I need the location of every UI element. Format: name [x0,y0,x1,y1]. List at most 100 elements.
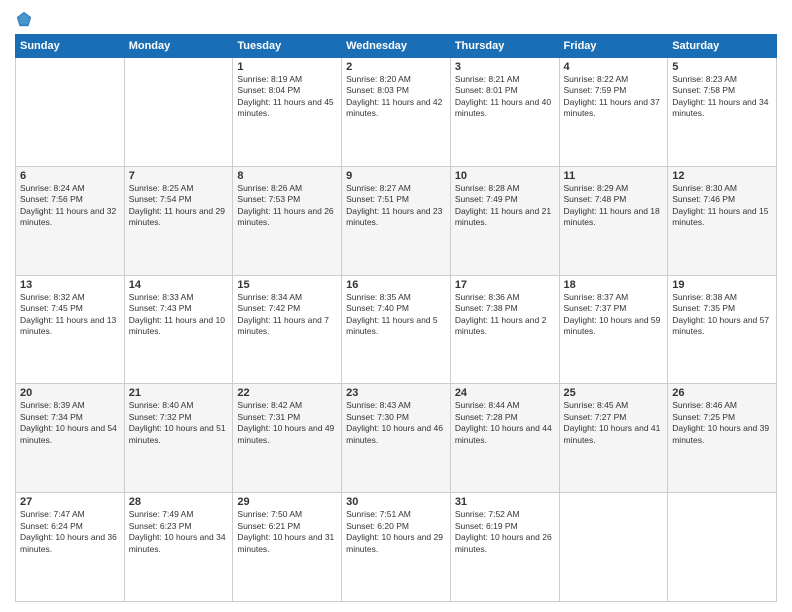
cell-content: Sunrise: 8:24 AM Sunset: 7:56 PM Dayligh… [20,183,120,229]
cell-content: Sunrise: 8:26 AM Sunset: 7:53 PM Dayligh… [237,183,337,229]
cell-content: Sunrise: 8:45 AM Sunset: 7:27 PM Dayligh… [564,400,664,446]
day-number: 24 [455,387,555,399]
day-number: 28 [129,496,229,508]
calendar-cell: 5Sunrise: 8:23 AM Sunset: 7:58 PM Daylig… [668,58,777,167]
day-number: 22 [237,387,337,399]
logo-icon [15,10,33,28]
cell-content: Sunrise: 8:36 AM Sunset: 7:38 PM Dayligh… [455,292,555,338]
calendar-cell: 21Sunrise: 8:40 AM Sunset: 7:32 PM Dayli… [124,384,233,493]
cell-content: Sunrise: 8:46 AM Sunset: 7:25 PM Dayligh… [672,400,772,446]
day-number: 7 [129,170,229,182]
calendar-cell [16,58,125,167]
calendar-cell: 27Sunrise: 7:47 AM Sunset: 6:24 PM Dayli… [16,493,125,602]
calendar-cell: 30Sunrise: 7:51 AM Sunset: 6:20 PM Dayli… [342,493,451,602]
calendar-week-row: 6Sunrise: 8:24 AM Sunset: 7:56 PM Daylig… [16,166,777,275]
calendar-day-header: Sunday [16,35,125,58]
calendar-cell: 31Sunrise: 7:52 AM Sunset: 6:19 PM Dayli… [450,493,559,602]
day-number: 31 [455,496,555,508]
cell-content: Sunrise: 8:39 AM Sunset: 7:34 PM Dayligh… [20,400,120,446]
calendar-week-row: 13Sunrise: 8:32 AM Sunset: 7:45 PM Dayli… [16,275,777,384]
cell-content: Sunrise: 7:52 AM Sunset: 6:19 PM Dayligh… [455,509,555,555]
cell-content: Sunrise: 8:27 AM Sunset: 7:51 PM Dayligh… [346,183,446,229]
header [15,10,777,28]
calendar-cell: 25Sunrise: 8:45 AM Sunset: 7:27 PM Dayli… [559,384,668,493]
calendar-day-header: Wednesday [342,35,451,58]
cell-content: Sunrise: 8:42 AM Sunset: 7:31 PM Dayligh… [237,400,337,446]
calendar-header-row: SundayMondayTuesdayWednesdayThursdayFrid… [16,35,777,58]
cell-content: Sunrise: 8:22 AM Sunset: 7:59 PM Dayligh… [564,74,664,120]
cell-content: Sunrise: 8:23 AM Sunset: 7:58 PM Dayligh… [672,74,772,120]
day-number: 2 [346,61,446,73]
calendar-cell: 9Sunrise: 8:27 AM Sunset: 7:51 PM Daylig… [342,166,451,275]
day-number: 20 [20,387,120,399]
day-number: 16 [346,279,446,291]
day-number: 19 [672,279,772,291]
calendar-cell: 7Sunrise: 8:25 AM Sunset: 7:54 PM Daylig… [124,166,233,275]
cell-content: Sunrise: 7:51 AM Sunset: 6:20 PM Dayligh… [346,509,446,555]
day-number: 27 [20,496,120,508]
cell-content: Sunrise: 8:19 AM Sunset: 8:04 PM Dayligh… [237,74,337,120]
day-number: 30 [346,496,446,508]
day-number: 13 [20,279,120,291]
calendar-cell: 3Sunrise: 8:21 AM Sunset: 8:01 PM Daylig… [450,58,559,167]
cell-content: Sunrise: 7:50 AM Sunset: 6:21 PM Dayligh… [237,509,337,555]
cell-content: Sunrise: 8:34 AM Sunset: 7:42 PM Dayligh… [237,292,337,338]
cell-content: Sunrise: 8:25 AM Sunset: 7:54 PM Dayligh… [129,183,229,229]
calendar-cell: 17Sunrise: 8:36 AM Sunset: 7:38 PM Dayli… [450,275,559,384]
cell-content: Sunrise: 8:21 AM Sunset: 8:01 PM Dayligh… [455,74,555,120]
calendar-cell: 8Sunrise: 8:26 AM Sunset: 7:53 PM Daylig… [233,166,342,275]
calendar-day-header: Saturday [668,35,777,58]
calendar-day-header: Tuesday [233,35,342,58]
day-number: 4 [564,61,664,73]
calendar-cell: 18Sunrise: 8:37 AM Sunset: 7:37 PM Dayli… [559,275,668,384]
day-number: 12 [672,170,772,182]
calendar-week-row: 1Sunrise: 8:19 AM Sunset: 8:04 PM Daylig… [16,58,777,167]
calendar-cell: 23Sunrise: 8:43 AM Sunset: 7:30 PM Dayli… [342,384,451,493]
calendar-cell: 13Sunrise: 8:32 AM Sunset: 7:45 PM Dayli… [16,275,125,384]
calendar-cell [559,493,668,602]
calendar-cell: 26Sunrise: 8:46 AM Sunset: 7:25 PM Dayli… [668,384,777,493]
cell-content: Sunrise: 8:30 AM Sunset: 7:46 PM Dayligh… [672,183,772,229]
day-number: 26 [672,387,772,399]
calendar-cell [668,493,777,602]
calendar-week-row: 20Sunrise: 8:39 AM Sunset: 7:34 PM Dayli… [16,384,777,493]
cell-content: Sunrise: 8:44 AM Sunset: 7:28 PM Dayligh… [455,400,555,446]
calendar-week-row: 27Sunrise: 7:47 AM Sunset: 6:24 PM Dayli… [16,493,777,602]
day-number: 18 [564,279,664,291]
calendar-day-header: Monday [124,35,233,58]
day-number: 25 [564,387,664,399]
day-number: 14 [129,279,229,291]
calendar-day-header: Friday [559,35,668,58]
day-number: 8 [237,170,337,182]
cell-content: Sunrise: 8:43 AM Sunset: 7:30 PM Dayligh… [346,400,446,446]
day-number: 23 [346,387,446,399]
cell-content: Sunrise: 8:33 AM Sunset: 7:43 PM Dayligh… [129,292,229,338]
page: SundayMondayTuesdayWednesdayThursdayFrid… [0,0,792,612]
day-number: 15 [237,279,337,291]
day-number: 11 [564,170,664,182]
calendar-cell: 29Sunrise: 7:50 AM Sunset: 6:21 PM Dayli… [233,493,342,602]
day-number: 10 [455,170,555,182]
cell-content: Sunrise: 8:40 AM Sunset: 7:32 PM Dayligh… [129,400,229,446]
day-number: 5 [672,61,772,73]
calendar-cell: 10Sunrise: 8:28 AM Sunset: 7:49 PM Dayli… [450,166,559,275]
cell-content: Sunrise: 8:20 AM Sunset: 8:03 PM Dayligh… [346,74,446,120]
calendar-cell: 1Sunrise: 8:19 AM Sunset: 8:04 PM Daylig… [233,58,342,167]
day-number: 9 [346,170,446,182]
cell-content: Sunrise: 8:28 AM Sunset: 7:49 PM Dayligh… [455,183,555,229]
calendar-cell: 16Sunrise: 8:35 AM Sunset: 7:40 PM Dayli… [342,275,451,384]
calendar-cell: 22Sunrise: 8:42 AM Sunset: 7:31 PM Dayli… [233,384,342,493]
calendar-cell: 24Sunrise: 8:44 AM Sunset: 7:28 PM Dayli… [450,384,559,493]
calendar-cell: 28Sunrise: 7:49 AM Sunset: 6:23 PM Dayli… [124,493,233,602]
calendar-cell: 4Sunrise: 8:22 AM Sunset: 7:59 PM Daylig… [559,58,668,167]
day-number: 3 [455,61,555,73]
day-number: 6 [20,170,120,182]
day-number: 1 [237,61,337,73]
calendar-cell: 14Sunrise: 8:33 AM Sunset: 7:43 PM Dayli… [124,275,233,384]
cell-content: Sunrise: 8:29 AM Sunset: 7:48 PM Dayligh… [564,183,664,229]
calendar-cell: 15Sunrise: 8:34 AM Sunset: 7:42 PM Dayli… [233,275,342,384]
logo [15,10,35,28]
cell-content: Sunrise: 7:47 AM Sunset: 6:24 PM Dayligh… [20,509,120,555]
calendar-cell: 12Sunrise: 8:30 AM Sunset: 7:46 PM Dayli… [668,166,777,275]
calendar-cell: 11Sunrise: 8:29 AM Sunset: 7:48 PM Dayli… [559,166,668,275]
